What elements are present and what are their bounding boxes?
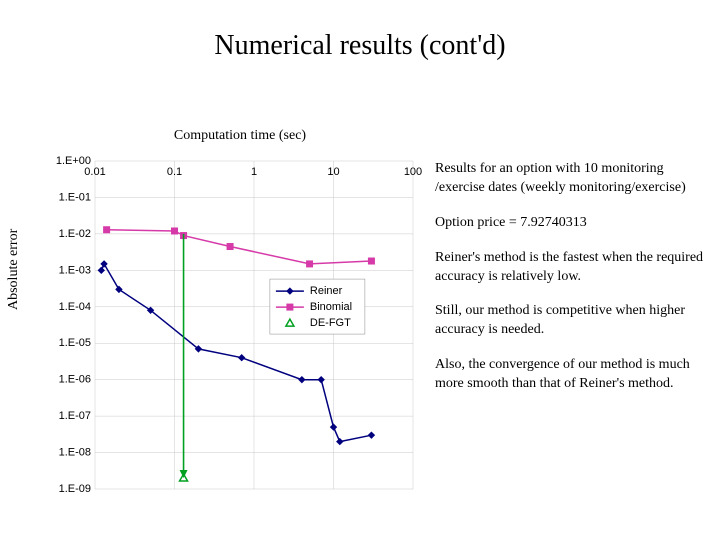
svg-text:Reiner: Reiner xyxy=(310,285,343,297)
svg-text:0.1: 0.1 xyxy=(167,166,182,178)
svg-text:1.E-03: 1.E-03 xyxy=(59,264,91,276)
svg-text:1.E-05: 1.E-05 xyxy=(59,337,91,349)
note-para-1: Results for an option with 10 monitoring… xyxy=(435,160,715,198)
svg-text:Binomial: Binomial xyxy=(310,301,352,313)
chart-y-label: Absolute error xyxy=(6,229,22,310)
svg-text:1: 1 xyxy=(251,166,257,178)
svg-text:0.01: 0.01 xyxy=(84,166,105,178)
note-para-5: Also, the convergence of our method is m… xyxy=(435,356,715,394)
note-para-2: Option price = 7.92740313 xyxy=(435,214,715,233)
svg-text:1.E-08: 1.E-08 xyxy=(59,447,91,459)
svg-text:1.E-09: 1.E-09 xyxy=(59,483,91,495)
svg-text:1.E-07: 1.E-07 xyxy=(59,410,91,422)
svg-text:DE-FGT: DE-FGT xyxy=(310,317,351,329)
svg-text:10: 10 xyxy=(327,166,339,178)
commentary: Results for an option with 10 monitoring… xyxy=(435,160,715,410)
svg-text:1.E-04: 1.E-04 xyxy=(59,301,91,313)
error-vs-time-chart: 1.E-09 1.E-08 1.E-07 1.E-06 1.E-05 1.E-04 1.E-… xyxy=(55,155,425,495)
note-para-4: Still, our method is competitive when hi… xyxy=(435,302,715,340)
note-para-3: Reiner's method is the fastest when the … xyxy=(435,249,715,287)
svg-text:1.E-01: 1.E-01 xyxy=(59,191,91,203)
svg-text:1.E-02: 1.E-02 xyxy=(59,228,91,240)
chart-x-label: Computation time (sec) xyxy=(70,128,410,144)
svg-text:1.E-06: 1.E-06 xyxy=(59,374,91,386)
page-title: Numerical results (cont'd) xyxy=(0,30,720,62)
svg-text:100: 100 xyxy=(404,166,422,178)
